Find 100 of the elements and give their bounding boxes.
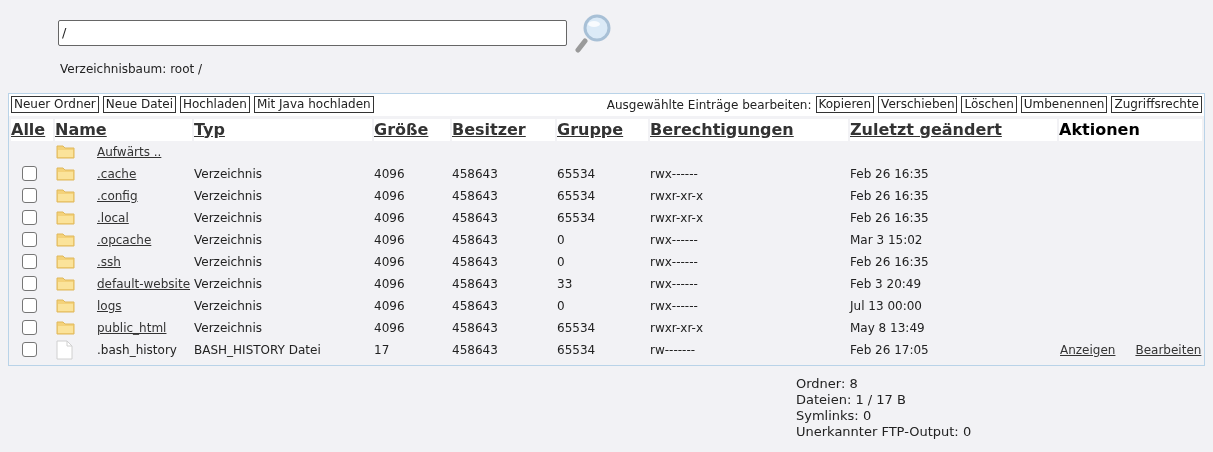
- type-cell-text: Verzeichnis: [194, 187, 263, 205]
- folder-icon: [56, 232, 75, 247]
- toolbar-button[interactable]: Neuer Ordner: [11, 96, 99, 113]
- folder-link[interactable]: .ssh: [97, 252, 121, 271]
- size-cell-text: 4096: [374, 231, 406, 249]
- modified-cell-text: Mar 3 15:02: [850, 231, 924, 249]
- modified-cell-text: Feb 26 17:05: [850, 341, 930, 359]
- size-cell-text: 4096: [374, 297, 406, 315]
- folder-icon: [56, 298, 75, 313]
- owner-cell-text: 458643: [452, 297, 499, 315]
- permissions-cell-text: rwx------: [650, 297, 699, 315]
- toolbar-button[interactable]: Kopieren: [815, 96, 875, 113]
- checkbox[interactable]: [22, 254, 37, 269]
- file-name[interactable]: .bash_history: [97, 340, 177, 359]
- checkbox[interactable]: [22, 276, 37, 291]
- owner-cell-text: 458643: [452, 253, 499, 271]
- folder-icon: [56, 188, 75, 203]
- type-cell-text: Verzeichnis: [194, 297, 263, 315]
- column-header[interactable]: Zuletzt geändert: [850, 118, 1057, 141]
- action-link[interactable]: Anzeigen: [1060, 340, 1116, 359]
- summary-line: Unerkannter FTP-Output: 0: [796, 423, 973, 440]
- owner-cell-text: 458643: [452, 275, 499, 293]
- toolbar-button[interactable]: Hochladen: [180, 96, 250, 113]
- column-header[interactable]: Alle: [11, 118, 53, 141]
- toolbar-button[interactable]: Zugriffsrechte: [1111, 96, 1202, 113]
- folder-link[interactable]: default-website: [97, 274, 191, 293]
- owner-cell-text: 458643: [452, 319, 499, 337]
- breadcrumb: Verzeichnisbaum: root /: [60, 62, 203, 76]
- column-header[interactable]: Name: [55, 118, 192, 141]
- folder-link[interactable]: logs: [97, 296, 122, 315]
- search-icon[interactable]: [575, 13, 613, 53]
- path-field[interactable]: /: [58, 20, 567, 46]
- group-cell-text: 33: [557, 275, 574, 293]
- toolbar-button[interactable]: Neue Datei: [102, 96, 176, 113]
- size-cell-text: 17: [374, 341, 391, 359]
- column-header[interactable]: Besitzer: [452, 118, 555, 141]
- type-cell-text: Verzeichnis: [194, 275, 263, 293]
- group-cell-text: 65534: [557, 165, 597, 183]
- column-header[interactable]: Berechtigungen: [650, 118, 848, 141]
- checkbox[interactable]: [22, 210, 37, 225]
- checkbox[interactable]: [22, 232, 37, 247]
- size-cell-text: 4096: [374, 253, 406, 271]
- toolbar-button[interactable]: Umbenennen: [1020, 96, 1108, 113]
- checkbox[interactable]: [22, 166, 37, 181]
- owner-cell-text: 458643: [452, 341, 499, 359]
- modified-cell-text: Feb 26 16:35: [850, 165, 930, 183]
- group-cell-text: 65534: [557, 209, 597, 227]
- size-cell-text: 4096: [374, 187, 406, 205]
- toolbar-button[interactable]: Mit Java hochladen: [253, 96, 374, 113]
- modified-cell-text: Jul 13 00:00: [850, 297, 923, 315]
- size-cell-text: 4096: [374, 319, 406, 337]
- size-cell-text: 4096: [374, 209, 406, 227]
- checkbox[interactable]: [22, 298, 37, 313]
- group-cell-text: 65534: [557, 187, 597, 205]
- modified-cell-text: Feb 3 20:49: [850, 275, 923, 293]
- column-header[interactable]: Gruppe: [557, 118, 648, 141]
- type-cell-text: Verzeichnis: [194, 253, 263, 271]
- group-cell-text: 65534: [557, 319, 597, 337]
- checkbox[interactable]: [22, 342, 37, 357]
- folder-link[interactable]: .config: [97, 186, 138, 205]
- size-cell-text: 4096: [374, 165, 406, 183]
- column-header[interactable]: Größe: [374, 118, 450, 141]
- permissions-cell-text: rwxr-xr-x: [650, 187, 705, 205]
- size-cell-text: 4096: [374, 275, 406, 293]
- toolbar-button[interactable]: Löschen: [961, 96, 1017, 113]
- toolbar-button[interactable]: Verschieben: [878, 96, 958, 113]
- folder-icon: [56, 276, 75, 291]
- group-cell-text: 65534: [557, 341, 597, 359]
- type-cell-text: Verzeichnis: [194, 165, 263, 183]
- permissions-cell-text: rwxr-xr-x: [650, 319, 705, 337]
- owner-cell-text: 458643: [452, 165, 499, 183]
- owner-cell-text: 458643: [452, 187, 499, 205]
- folder-icon: [56, 320, 75, 335]
- permissions-cell-text: rwx------: [650, 253, 699, 271]
- permissions-cell-text: rwx------: [650, 275, 699, 293]
- summary-line: Symlinks: 0: [796, 407, 873, 424]
- checkbox[interactable]: [22, 188, 37, 203]
- action-link[interactable]: Bearbeiten: [1135, 340, 1202, 359]
- file-icon: [56, 339, 73, 360]
- type-cell-text: Verzeichnis: [194, 231, 263, 249]
- column-header: Aktionen: [1059, 118, 1202, 141]
- permissions-cell-text: rwx------: [650, 165, 699, 183]
- column-header[interactable]: Typ: [194, 118, 372, 141]
- permissions-cell-text: rw-------: [650, 341, 697, 359]
- type-cell-text: Verzeichnis: [194, 209, 263, 227]
- type-cell-text: BASH_HISTORY Datei: [194, 341, 322, 359]
- group-cell-text: 0: [557, 297, 566, 315]
- folder-link[interactable]: Aufwärts ..: [97, 142, 162, 161]
- folder-link[interactable]: .local: [97, 208, 129, 227]
- folder-link[interactable]: .opcache: [97, 230, 152, 249]
- permissions-cell-text: rwx------: [650, 231, 699, 249]
- type-cell-text: Verzeichnis: [194, 319, 263, 337]
- folder-link[interactable]: .cache: [97, 164, 137, 183]
- modified-cell-text: May 8 13:49: [850, 319, 926, 337]
- modified-cell-text: Feb 26 16:35: [850, 187, 930, 205]
- folder-icon: [56, 210, 75, 225]
- checkbox[interactable]: [22, 320, 37, 335]
- modified-cell-text: Feb 26 16:35: [850, 209, 930, 227]
- folder-link[interactable]: public_html: [97, 318, 167, 337]
- modified-cell-text: Feb 26 16:35: [850, 253, 930, 271]
